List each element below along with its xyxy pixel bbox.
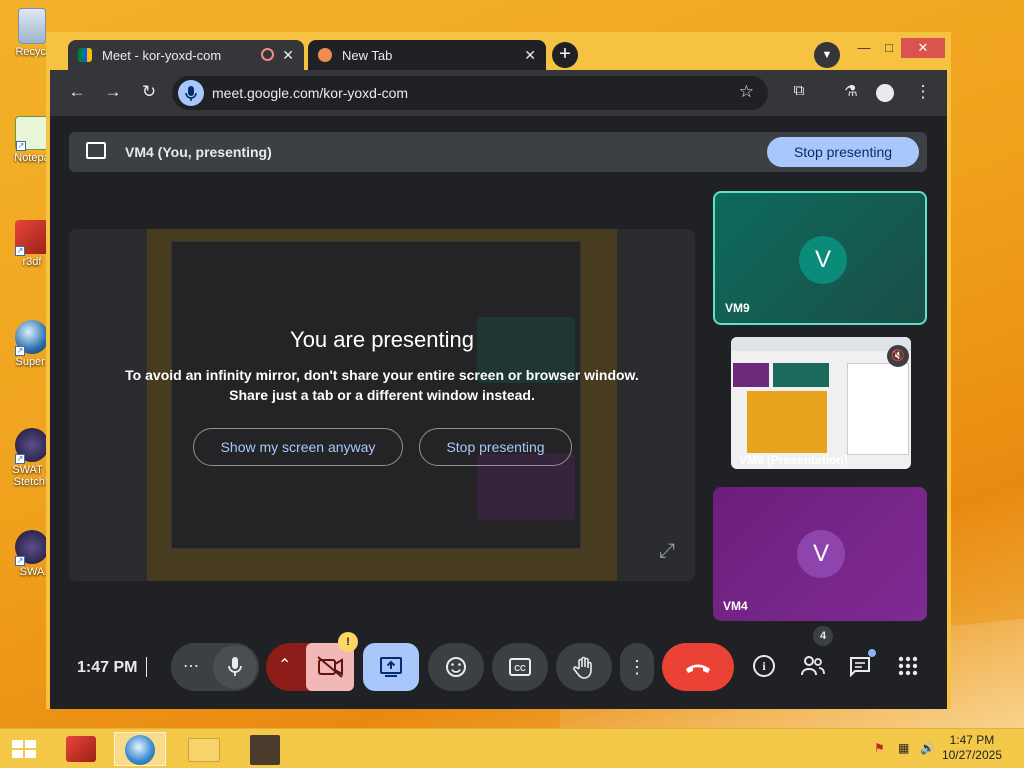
tab-title: Meet - kor-yoxd-com (102, 47, 222, 63)
meeting-clock: 1:47 PM (77, 659, 138, 676)
taskbar-r3df-icon[interactable] (56, 732, 108, 766)
participant-name: VM9 (725, 301, 750, 315)
new-tab-button[interactable]: + (552, 42, 578, 68)
audio-controls-group: ⋯ (171, 643, 259, 691)
raise-hand-button[interactable] (556, 643, 612, 691)
chat-notification-dot (868, 649, 876, 657)
system-date: 10/27/2025 (941, 748, 1002, 762)
meeting-info-icon[interactable]: i (753, 655, 775, 677)
bookmark-star-icon[interactable]: ☆ (739, 82, 754, 102)
forward-arrow-icon[interactable]: → (102, 82, 124, 102)
recycle-bin-icon (18, 8, 46, 44)
system-clock[interactable]: 1:47 PM 10/27/2025 (942, 733, 1002, 763)
google-meet-icon (78, 48, 92, 62)
close-window-button[interactable]: ✕ (901, 38, 945, 58)
camera-options-chevron-icon[interactable]: ⌃ (278, 642, 291, 690)
presenting-message: To avoid an infinity mirror, don't share… (69, 365, 695, 405)
presentation-thumbnail (731, 337, 911, 469)
taskbar-file-explorer-icon[interactable] (178, 732, 230, 766)
extensions-puzzle-icon[interactable]: ⧉ (788, 82, 810, 104)
reload-icon[interactable]: ↻ (138, 82, 160, 102)
participant-avatar: V (797, 530, 845, 578)
presenting-banner: VM4 (You, presenting) Stop presenting (69, 132, 927, 172)
activities-grid-icon[interactable] (897, 655, 919, 677)
address-url: meet.google.com/kor-yoxd-com (212, 85, 409, 101)
stop-presenting-button[interactable]: Stop presenting (767, 137, 919, 167)
r3df-app-icon: ↗ (15, 220, 49, 256)
browser-toolbar: ← → ↻ meet.google.com/kor-yoxd-com ☆ ⧉ ⚗… (50, 70, 947, 116)
presenting-title: VM4 (You, presenting) (125, 144, 272, 160)
tab-strip: Meet - kor-yoxd-com ✕ New Tab ✕ + ▼ — □ … (50, 36, 947, 70)
participant-tile-vm9[interactable]: V VM9 (713, 191, 927, 325)
presentation-stage: You are presenting To avoid an infinity … (69, 229, 695, 581)
back-arrow-icon[interactable]: ← (66, 82, 88, 102)
svg-text:CC: CC (514, 664, 526, 673)
participant-tile-vm9-presentation[interactable]: 🔇 VM9 (Presentation) (713, 337, 927, 475)
participant-avatar: V (799, 236, 847, 284)
volume-icon[interactable]: 🔊 (920, 741, 935, 755)
shortcut-arrow-icon: ↗ (16, 141, 26, 151)
captions-button[interactable]: CC (492, 643, 548, 691)
participant-tile-vm4[interactable]: V VM4 (713, 487, 927, 621)
close-tab-icon[interactable]: ✕ (524, 47, 536, 64)
tab-search-chevron-icon[interactable]: ▼ (814, 42, 840, 68)
taskbar-chrome-icon[interactable] (114, 732, 166, 766)
new-tab-favicon-icon (318, 48, 332, 62)
labs-flask-icon[interactable]: ⚗ (840, 82, 862, 104)
participant-name: VM4 (723, 599, 748, 613)
chat-icon[interactable] (848, 649, 876, 678)
address-bar[interactable]: meet.google.com/kor-yoxd-com ☆ (172, 76, 768, 110)
meet-content: VM4 (You, presenting) Stop presenting Yo… (50, 116, 947, 709)
shortcut-arrow-icon: ↗ (15, 454, 25, 464)
start-button[interactable] (0, 732, 48, 766)
tab-meet[interactable]: Meet - kor-yoxd-com ✕ (68, 40, 304, 70)
microphone-button[interactable] (213, 645, 257, 689)
swat4-game-icon: ↗ (15, 428, 49, 464)
windows-taskbar: ⚑ ▦ 🔊 1:47 PM 10/27/2025 (0, 728, 1024, 768)
network-warning-icon[interactable]: ⚑ (874, 741, 885, 755)
present-screen-icon (86, 142, 106, 159)
presenting-heading: You are presenting (290, 327, 474, 352)
notepad-icon: ↗ (15, 116, 49, 151)
shortcut-arrow-icon: ↗ (15, 556, 25, 566)
leave-call-button[interactable] (662, 643, 734, 691)
dim-overlay (69, 229, 695, 581)
people-icon[interactable] (800, 655, 826, 677)
camera-alert-badge: ! (338, 632, 358, 652)
present-screen-button[interactable] (363, 643, 419, 691)
recording-indicator-icon (261, 48, 274, 61)
participant-name: VM9 (Presentation) (739, 453, 848, 467)
chrome-window: Meet - kor-yoxd-com ✕ New Tab ✕ + ▼ — □ … (46, 32, 951, 709)
show-my-screen-anyway-button[interactable]: Show my screen anyway (193, 428, 403, 466)
super-app-icon: ↗ (15, 320, 49, 356)
shortcut-arrow-icon: ↗ (15, 346, 25, 356)
mic-in-use-icon[interactable] (178, 80, 204, 106)
message-line: To avoid an infinity mirror, don't share… (125, 367, 639, 383)
more-menu-icon[interactable]: ⋮ (912, 82, 934, 104)
emoji-reactions-button[interactable] (428, 643, 484, 691)
meeting-controls-bar: 1:47 PM ⋯ ⌃ ! CC ⋮ i 4 (50, 626, 947, 709)
tab-new-tab[interactable]: New Tab ✕ (308, 40, 546, 70)
action-center-flag-icon[interactable]: ▦ (898, 741, 909, 755)
clock-separator (146, 657, 147, 677)
more-options-icon[interactable]: ⋮ (620, 643, 654, 691)
stage-stop-presenting-button[interactable]: Stop presenting (419, 428, 572, 466)
tab-title: New Tab (342, 47, 393, 63)
taskbar-swat4-icon[interactable] (240, 732, 292, 766)
shortcut-arrow-icon: ↗ (15, 246, 25, 256)
close-tab-icon[interactable]: ✕ (282, 47, 294, 64)
profile-avatar-icon[interactable] (876, 84, 894, 102)
camera-controls-group: ⌃ (266, 643, 354, 691)
system-time: 1:47 PM (949, 733, 995, 747)
swat4-game-icon: ↗ (15, 530, 49, 566)
expand-icon[interactable]: ⤢ (659, 540, 675, 563)
audio-options-icon[interactable]: ⋯ (183, 643, 199, 691)
muted-mic-icon: 🔇 (887, 345, 909, 367)
message-line: Share just a tab or a different window i… (229, 387, 535, 403)
people-count-badge: 4 (813, 626, 833, 646)
